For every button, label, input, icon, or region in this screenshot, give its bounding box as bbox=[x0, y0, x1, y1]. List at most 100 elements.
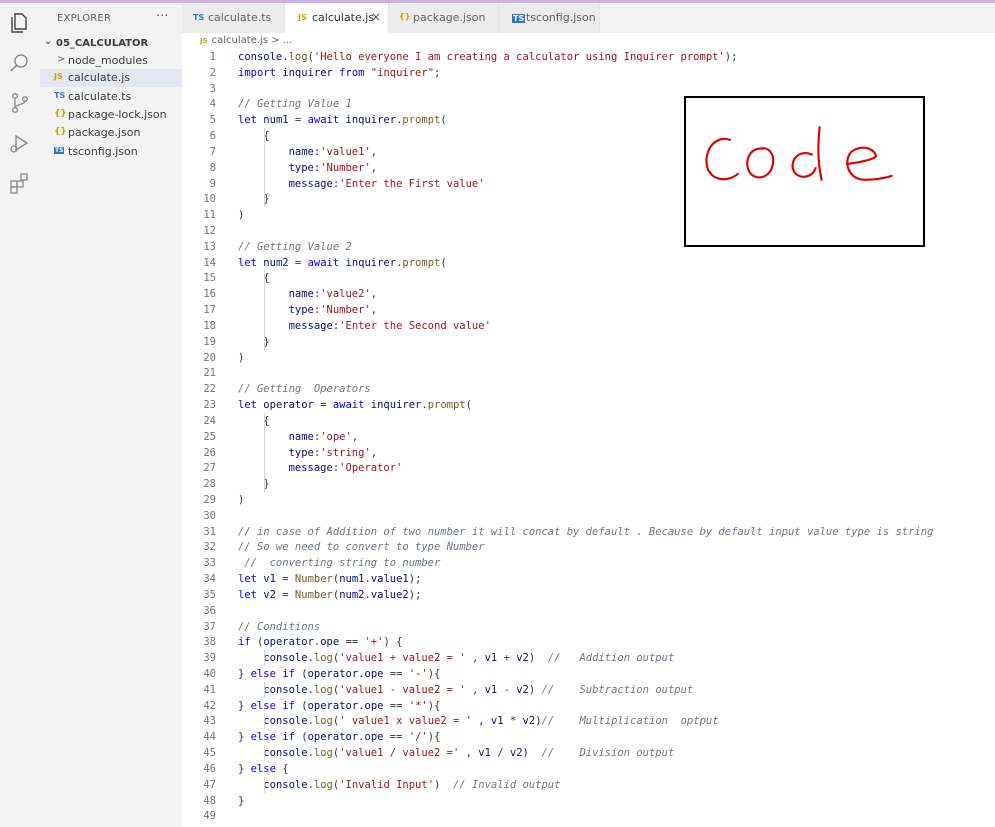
line-number: 45 bbox=[203, 747, 216, 760]
indent-guide bbox=[264, 776, 265, 793]
indent-guide bbox=[264, 681, 265, 698]
tree-item-calculate-ts[interactable]: TS calculate.ts bbox=[40, 88, 182, 106]
line-number: 32 bbox=[203, 541, 216, 554]
line-number: 40 bbox=[203, 667, 216, 680]
line-number: 25 bbox=[203, 430, 216, 443]
code-text: let num1 = await inquirer.prompt( bbox=[238, 114, 447, 127]
search-icon[interactable] bbox=[8, 51, 32, 75]
line-number: 12 bbox=[203, 225, 216, 238]
code-text: } bbox=[238, 794, 245, 807]
code-text: type:'string', bbox=[288, 446, 378, 459]
folder-05-calculator[interactable]: ⌄ 05_CALCULATOR bbox=[40, 35, 182, 53]
js-file-icon: JS bbox=[54, 72, 63, 81]
code-text: name:'value1', bbox=[288, 145, 378, 158]
explorer-icon[interactable] bbox=[8, 11, 32, 35]
handwritten-code-annotation bbox=[705, 126, 893, 181]
tree-item-label: package.json bbox=[68, 126, 141, 139]
tree-item-package-json[interactable]: {} package.json bbox=[40, 124, 182, 142]
code-text: console.log('value1 + value2 = ' , v1 + … bbox=[263, 652, 675, 665]
code-text: console.log('Hello everyone I am creatin… bbox=[238, 51, 738, 63]
code-text: // So we need to convert to type Number bbox=[238, 541, 485, 554]
code-text: } else if (operator.ope == '*'){ bbox=[238, 699, 441, 712]
js-file-icon: JS bbox=[200, 37, 208, 45]
code-text: ) bbox=[238, 209, 245, 222]
code-text: name:'ope', bbox=[288, 430, 359, 443]
line-number: 27 bbox=[203, 462, 216, 475]
code-text: console.log('value1 / value2 =' , v1 / v… bbox=[263, 747, 675, 760]
chevron-down-icon: ⌄ bbox=[44, 36, 53, 47]
line-number: 15 bbox=[203, 272, 216, 285]
tab-tsconfig-json[interactable]: TS tsconfig.json bbox=[499, 3, 600, 33]
line-number: 28 bbox=[203, 478, 216, 491]
code-text: // Conditions bbox=[238, 620, 321, 633]
tab-label: calculate.js bbox=[312, 11, 375, 24]
annotation-box bbox=[684, 96, 925, 247]
more-actions-icon[interactable]: ··· bbox=[156, 9, 168, 24]
code-text: console.log('value1 - value2 = ' , v1 - … bbox=[263, 683, 694, 696]
line-number: 44 bbox=[203, 731, 216, 744]
code-text: } else if (operator.ope == '/'){ bbox=[238, 731, 441, 744]
tree-item-label: calculate.ts bbox=[68, 90, 132, 103]
line-number: 47 bbox=[203, 778, 216, 791]
code-text: let v1 = Number(num1.value1); bbox=[238, 573, 422, 586]
code-text: // Getting Value 1 bbox=[238, 98, 352, 111]
line-number: 39 bbox=[203, 652, 216, 665]
code-text: let operator = await inquirer.prompt( bbox=[238, 399, 472, 412]
ts-file-icon: TS bbox=[54, 91, 66, 100]
code-text: // Getting Operators bbox=[238, 383, 371, 396]
code-text: // converting string to number bbox=[244, 557, 441, 570]
code-text: if (operator.ope == '+') { bbox=[238, 636, 403, 649]
code-text: type:'Number', bbox=[288, 304, 378, 317]
tab-package-json[interactable]: {} package.json bbox=[389, 3, 499, 33]
breadcrumb[interactable]: JS calculate.js > ... bbox=[200, 35, 292, 46]
line-number: 1 bbox=[209, 51, 216, 63]
tree-item-tsconfig-json[interactable]: TS tsconfig.json bbox=[40, 143, 182, 161]
tab-label: tsconfig.json bbox=[526, 11, 596, 24]
json-file-icon: {} bbox=[54, 127, 67, 137]
code-text: type:'Number', bbox=[288, 161, 378, 174]
indent-guide bbox=[264, 270, 265, 350]
json-file-icon: {} bbox=[54, 109, 67, 119]
code-text: name:'value2', bbox=[288, 288, 378, 301]
line-number: 42 bbox=[203, 699, 216, 712]
line-number: 22 bbox=[203, 383, 216, 396]
tree-item-node-modules[interactable]: > node_modules bbox=[40, 52, 182, 70]
line-number: 35 bbox=[203, 588, 216, 601]
ts-file-icon: TS bbox=[193, 13, 205, 22]
line-number: 30 bbox=[203, 509, 216, 522]
line-number: 16 bbox=[203, 288, 216, 301]
code-text: // Getting Value 2 bbox=[238, 240, 352, 253]
line-number: 7 bbox=[209, 145, 216, 158]
line-number: 49 bbox=[203, 810, 216, 823]
line-number: 2 bbox=[209, 66, 216, 79]
line-number: 48 bbox=[203, 794, 216, 807]
line-number: 9 bbox=[209, 177, 216, 190]
source-control-icon[interactable] bbox=[8, 91, 32, 115]
tree-item-calculate-js[interactable]: JS calculate.js bbox=[40, 69, 182, 87]
line-number: 31 bbox=[203, 525, 216, 538]
line-number: 37 bbox=[203, 620, 216, 633]
line-number: 34 bbox=[203, 573, 216, 586]
chevron-right-icon: > bbox=[57, 54, 66, 65]
tab-calculate-ts[interactable]: TS calculate.ts bbox=[182, 3, 285, 33]
code-text: console.log('Invalid Input') // Invalid … bbox=[263, 778, 561, 791]
line-number: 13 bbox=[203, 240, 216, 253]
code-text: message:'Enter the First value' bbox=[288, 177, 485, 190]
indent-guide bbox=[264, 713, 265, 730]
tab-calculate-js[interactable]: JS calculate.js × bbox=[285, 3, 389, 33]
tab-label: calculate.ts bbox=[208, 11, 272, 24]
line-number: 21 bbox=[203, 367, 216, 380]
indent-guide bbox=[264, 412, 265, 492]
indent-guide bbox=[264, 745, 265, 761]
tree-item-label: package-lock.json bbox=[68, 108, 167, 121]
extensions-icon[interactable] bbox=[8, 171, 32, 195]
line-number: 29 bbox=[203, 493, 216, 506]
code-text: message:'Operator' bbox=[288, 462, 403, 475]
line-number: 19 bbox=[203, 335, 216, 348]
tree-item-label: tsconfig.json bbox=[68, 145, 138, 158]
run-debug-icon[interactable] bbox=[8, 131, 32, 155]
tsconfig-file-icon: TS bbox=[512, 14, 526, 23]
close-icon[interactable]: × bbox=[371, 10, 381, 24]
tree-item-package-lock-json[interactable]: {} package-lock.json bbox=[40, 106, 182, 124]
code-text: ) bbox=[238, 351, 245, 364]
